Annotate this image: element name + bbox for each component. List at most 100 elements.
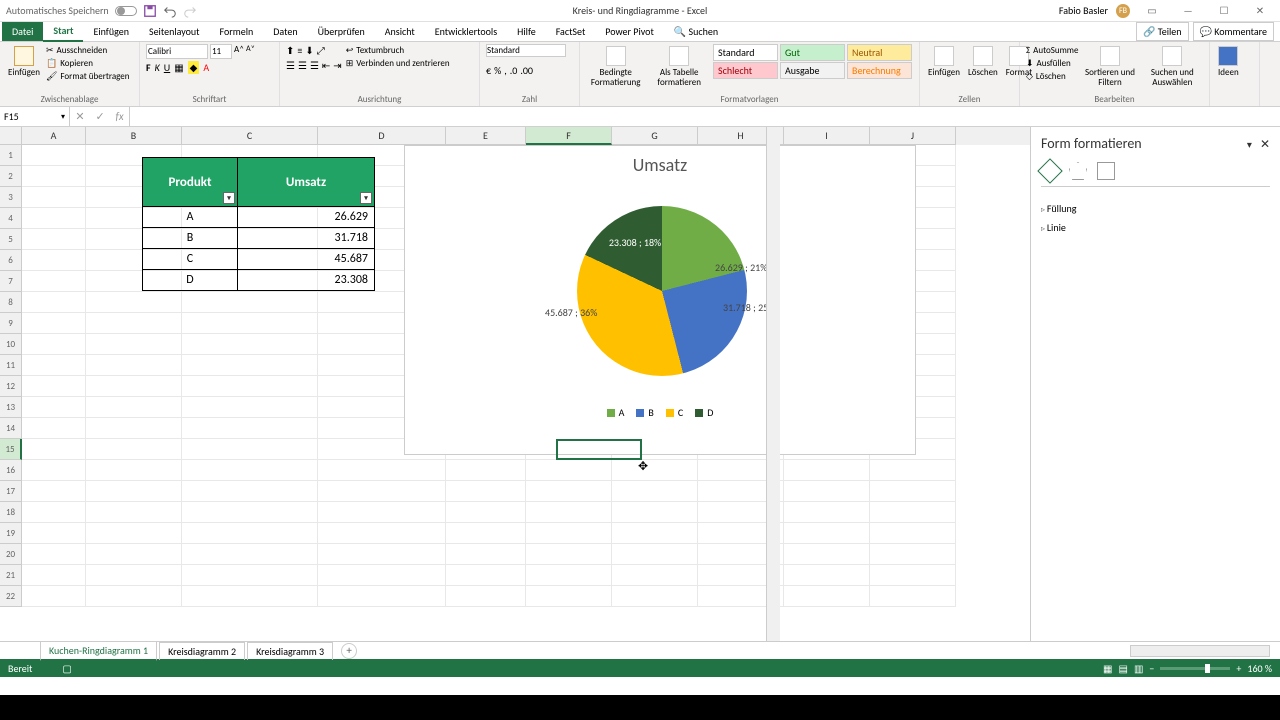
line-section[interactable]: Linie bbox=[1041, 218, 1270, 237]
comments-button[interactable]: 💬 Kommentare bbox=[1193, 22, 1274, 41]
align-left-icon[interactable]: ☰ bbox=[286, 59, 295, 72]
sort-filter-button[interactable]: Sortieren und Filtern bbox=[1082, 44, 1137, 90]
row-header[interactable]: 6 bbox=[0, 250, 22, 271]
row-header[interactable]: 2 bbox=[0, 166, 22, 187]
align-top-icon[interactable]: ⬆ bbox=[286, 44, 294, 57]
style-standard[interactable]: Standard bbox=[713, 44, 778, 61]
select-all-corner[interactable] bbox=[0, 127, 22, 145]
zoom-out-button[interactable]: − bbox=[1149, 662, 1154, 675]
filter-umsatz-icon[interactable]: ▾ bbox=[360, 192, 372, 204]
tab-help[interactable]: Hilfe bbox=[507, 22, 546, 41]
row-header[interactable]: 18 bbox=[0, 502, 22, 523]
view-pagebreak-icon[interactable]: ▥ bbox=[1134, 662, 1143, 675]
row-header[interactable]: 22 bbox=[0, 586, 22, 607]
column-header-C[interactable]: C bbox=[182, 127, 318, 145]
dec-decimal-icon[interactable]: .00 bbox=[520, 64, 533, 77]
column-header-F[interactable]: F bbox=[526, 127, 612, 145]
tab-start[interactable]: Start bbox=[43, 21, 83, 42]
tab-data[interactable]: Daten bbox=[263, 22, 307, 41]
as-table-button[interactable]: Als Tabelle formatieren bbox=[649, 44, 709, 90]
tab-review[interactable]: Überprüfen bbox=[308, 22, 375, 41]
maximize-button[interactable]: ☐ bbox=[1210, 1, 1238, 21]
table-row[interactable]: A26.629 bbox=[143, 206, 374, 227]
underline-button[interactable]: U bbox=[164, 61, 170, 74]
indent-inc-icon[interactable]: ⇥ bbox=[333, 59, 341, 72]
find-select-button[interactable]: Suchen und Auswählen bbox=[1142, 44, 1203, 90]
share-button[interactable]: 🔗 Teilen bbox=[1136, 22, 1189, 41]
pane-close-icon[interactable]: ✕ bbox=[1260, 138, 1270, 152]
search-box[interactable]: 🔍 Suchen bbox=[664, 22, 728, 41]
row-header[interactable]: 9 bbox=[0, 313, 22, 334]
wrap-text-button[interactable]: ↩ Textumbruch bbox=[346, 44, 450, 57]
copy-button[interactable]: 📋 Kopieren bbox=[46, 57, 130, 70]
font-color-button[interactable]: A bbox=[203, 61, 209, 74]
fx-icon[interactable]: fx bbox=[115, 110, 123, 123]
macro-record-icon[interactable]: ▢ bbox=[62, 662, 71, 675]
view-layout-icon[interactable]: ▤ bbox=[1119, 662, 1128, 675]
style-gut[interactable]: Gut bbox=[780, 44, 845, 61]
row-header[interactable]: 13 bbox=[0, 397, 22, 418]
user-avatar[interactable]: FB bbox=[1116, 4, 1130, 18]
tab-file[interactable]: Datei bbox=[2, 22, 43, 41]
align-bot-icon[interactable]: ⬇ bbox=[305, 44, 313, 57]
insert-cells-button[interactable]: Einfügen bbox=[926, 44, 962, 80]
align-mid-icon[interactable]: ≡ bbox=[297, 44, 302, 57]
sheet-tab-1[interactable]: Kuchen-Ringdiagramm 1 bbox=[40, 641, 157, 661]
row-header[interactable]: 14 bbox=[0, 418, 22, 439]
inc-decimal-icon[interactable]: .0 bbox=[510, 64, 518, 77]
save-icon[interactable] bbox=[143, 4, 157, 18]
row-header[interactable]: 19 bbox=[0, 523, 22, 544]
zoom-in-button[interactable]: + bbox=[1236, 662, 1241, 675]
sheet-tab-3[interactable]: Kreisdiagramm 3 bbox=[247, 642, 333, 660]
autosave-toggle[interactable] bbox=[115, 6, 137, 16]
row-header[interactable]: 17 bbox=[0, 481, 22, 502]
name-box[interactable]: F15▾ bbox=[0, 107, 70, 126]
grow-font-icon[interactable]: A˄ bbox=[234, 44, 244, 59]
bold-button[interactable]: F bbox=[146, 61, 151, 74]
font-name-select[interactable] bbox=[146, 44, 208, 59]
autosum-button[interactable]: Σ AutoSumme bbox=[1026, 44, 1078, 57]
vertical-scrollbar[interactable] bbox=[766, 127, 780, 641]
tab-layout[interactable]: Seitenlayout bbox=[139, 22, 210, 41]
row-header[interactable]: 8 bbox=[0, 292, 22, 313]
row-header[interactable]: 4 bbox=[0, 208, 22, 229]
filter-produkt-icon[interactable]: ▾ bbox=[223, 192, 235, 204]
column-header-G[interactable]: G bbox=[612, 127, 698, 145]
worksheet-grid[interactable]: ABCDEFGHIJ 12345678910111213141516171819… bbox=[0, 127, 1030, 641]
font-size-select[interactable] bbox=[210, 44, 232, 59]
fill-section[interactable]: Füllung bbox=[1041, 199, 1270, 218]
column-header-B[interactable]: B bbox=[86, 127, 182, 145]
table-row[interactable]: C45.687 bbox=[143, 248, 374, 269]
zoom-level[interactable]: 160 % bbox=[1247, 662, 1272, 675]
row-header[interactable]: 20 bbox=[0, 544, 22, 565]
style-schlecht[interactable]: Schlecht bbox=[713, 62, 778, 79]
pie-slices[interactable] bbox=[577, 206, 747, 376]
fill-button[interactable]: ⬇ Ausfüllen bbox=[1026, 57, 1078, 70]
active-cell[interactable] bbox=[556, 439, 642, 460]
row-header[interactable]: 15 bbox=[0, 439, 22, 460]
orientation-icon[interactable]: ⤢ bbox=[317, 44, 325, 57]
tab-dev[interactable]: Entwicklertools bbox=[425, 22, 507, 41]
clear-button[interactable]: ◇ Löschen bbox=[1026, 70, 1078, 83]
effects-tab-icon[interactable] bbox=[1069, 162, 1087, 180]
format-painter-button[interactable]: 🖌 Format übertragen bbox=[46, 70, 130, 83]
currency-icon[interactable]: € bbox=[486, 64, 491, 77]
row-header[interactable]: 16 bbox=[0, 460, 22, 481]
minimize-button[interactable]: — bbox=[1174, 1, 1202, 21]
percent-icon[interactable]: % bbox=[494, 64, 501, 77]
tab-formulas[interactable]: Formeln bbox=[210, 22, 264, 41]
column-header-I[interactable]: I bbox=[784, 127, 870, 145]
shrink-font-icon[interactable]: A˅ bbox=[246, 44, 255, 59]
border-button[interactable]: ▦ bbox=[174, 61, 183, 74]
view-normal-icon[interactable]: ▦ bbox=[1103, 662, 1112, 675]
align-right-icon[interactable]: ☰ bbox=[310, 59, 319, 72]
pane-options-icon[interactable]: ▾ bbox=[1247, 138, 1252, 151]
style-neutral[interactable]: Neutral bbox=[847, 44, 912, 61]
row-header[interactable]: 3 bbox=[0, 187, 22, 208]
row-header[interactable]: 21 bbox=[0, 565, 22, 586]
row-header[interactable]: 7 bbox=[0, 271, 22, 292]
add-sheet-button[interactable]: + bbox=[341, 643, 357, 659]
size-tab-icon[interactable] bbox=[1097, 162, 1115, 180]
indent-dec-icon[interactable]: ⇤ bbox=[322, 59, 330, 72]
user-name[interactable]: Fabio Basler bbox=[1059, 4, 1108, 17]
